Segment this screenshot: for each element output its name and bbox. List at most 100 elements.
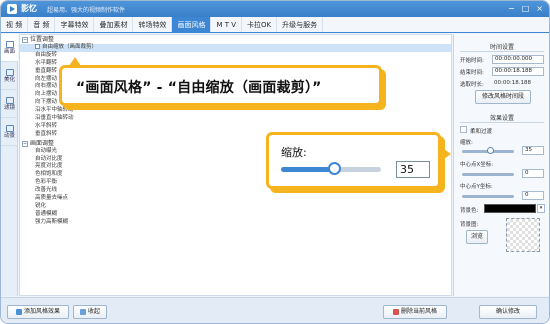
zoom-callout-value: 35: [396, 161, 430, 178]
end-time-field[interactable]: 00:00:18.188: [492, 67, 544, 76]
collapse-button[interactable]: 收起: [73, 305, 107, 319]
browse-button[interactable]: 浏览: [466, 230, 488, 244]
checkbox-icon[interactable]: [35, 44, 40, 49]
nav-label: 动景: [3, 132, 15, 139]
tab-1[interactable]: 音 频: [28, 17, 56, 32]
effect-item-label: 普通模糊: [35, 210, 58, 217]
zoom-slider-handle[interactable]: [486, 147, 494, 154]
close-icon[interactable]: ×: [536, 4, 543, 13]
nav-label: 美化: [3, 76, 15, 83]
nav-picture[interactable]: 画面: [1, 34, 18, 62]
bottom-action-bar: 添加风格效果 收起 删除当前风格 确认修改: [1, 297, 549, 323]
tab-5[interactable]: 画面风格: [172, 17, 212, 32]
collapse-all-icon: [79, 308, 86, 315]
effect-item[interactable]: 水平斜转: [20, 123, 451, 131]
effect-item[interactable]: 沿水平中轴转动: [20, 107, 451, 115]
effect-item-label: 锐化: [35, 202, 47, 209]
duration-label: 选取时长:: [460, 82, 484, 88]
effect-item-label: 沿水平中轴转动: [35, 107, 74, 114]
effect-item-label: 自动对比度: [35, 155, 63, 162]
zoom-callout: 缩放: 35: [266, 132, 441, 189]
effect-settings-title: 效果设置: [489, 115, 514, 122]
center-x-field[interactable]: 0: [522, 169, 544, 178]
app-logo-icon: [7, 4, 17, 14]
beautify-icon: [5, 68, 14, 76]
duration-value: 00:00:18.188: [494, 80, 531, 86]
zoom-callout-fill: [281, 167, 334, 172]
effect-item-label: 改善光线: [35, 187, 58, 194]
window-controls: − □ ×: [508, 4, 543, 13]
effect-item-label: 高质量去噪点: [35, 195, 69, 202]
tab-2[interactable]: 字幕特效: [55, 17, 95, 32]
chevron-down-icon[interactable]: ▾: [537, 204, 545, 213]
divider: [460, 122, 544, 123]
collapse-label: 收起: [87, 308, 100, 315]
center-y-slider[interactable]: [462, 195, 514, 198]
effect-item[interactable]: 强力高斯模糊: [20, 219, 451, 227]
bg-image-preview: [506, 218, 540, 252]
effect-item-label: 亮度对比度: [35, 163, 63, 170]
effect-item-label: 自由旋转: [35, 51, 58, 58]
tab-7[interactable]: 卡拉OK: [242, 17, 278, 32]
tab-6[interactable]: M T V: [211, 17, 243, 32]
end-time-label: 结束时间:: [460, 70, 484, 76]
effect-item-label: 色彩平衡: [35, 179, 58, 186]
effect-item-label: 向下摆动: [35, 99, 58, 106]
effect-item-label: 垂直斜转: [35, 130, 58, 137]
collapse-icon[interactable]: −: [22, 140, 28, 147]
confirm-button[interactable]: 确认修改: [479, 305, 537, 319]
group-title: 位置调整: [30, 36, 55, 43]
modify-time-button[interactable]: 修改风格时间段: [475, 90, 531, 104]
effect-item[interactable]: 普通模糊: [20, 211, 451, 219]
start-time-field[interactable]: 00:00:00.000: [492, 55, 544, 64]
zoom-callout-label: 缩放:: [281, 146, 307, 159]
app-window: 影忆 超易用、强大的视频制作软件 − □ × 视 频音 频字幕特效 叠加素材 转场特…: [0, 0, 550, 324]
soft-transition-checkbox[interactable]: [460, 126, 467, 133]
nav-label: 画面: [3, 48, 15, 55]
effect-item[interactable]: 锐化: [20, 203, 451, 211]
picture-icon: [5, 40, 14, 48]
zoom-field[interactable]: 35: [522, 146, 544, 155]
effect-item[interactable]: 沿垂直中轴转动: [20, 115, 451, 123]
maximize-icon[interactable]: □: [522, 4, 530, 13]
group-position[interactable]: − 位置调整: [20, 35, 451, 44]
collapse-icon[interactable]: −: [22, 37, 28, 43]
divider: [460, 51, 544, 52]
center-x-slider[interactable]: [462, 173, 514, 176]
tab-4[interactable]: 转场特效: [133, 17, 173, 32]
effect-item[interactable]: 自由旋转: [20, 52, 451, 60]
time-settings-title: 时间设置: [489, 44, 514, 51]
effect-item-label: 向左摆动: [35, 75, 58, 82]
bg-color-label: 背景色:: [460, 208, 479, 214]
motion-icon: [5, 124, 14, 132]
tab-0[interactable]: 视 频: [1, 17, 29, 32]
tab-8[interactable]: 升级与服务: [277, 17, 324, 32]
path-callout-text: “画面风格” - “自由缩放（画面裁剪）”: [76, 80, 322, 96]
effect-item-label: 向上摆动: [35, 91, 58, 98]
delete-icon: [392, 308, 399, 315]
app-name: 影忆: [21, 4, 37, 13]
add-effect-label: 添加风格效果: [23, 308, 60, 315]
bg-color-swatch[interactable]: [484, 204, 536, 213]
center-y-label: 中心点Y坐标:: [460, 184, 493, 190]
center-y-field[interactable]: 0: [522, 191, 544, 200]
nav-beautify[interactable]: 美化: [1, 62, 18, 90]
start-time-label: 开始时间:: [460, 58, 484, 64]
effect-item[interactable]: 自由缩放（画面裁剪）: [20, 44, 451, 52]
bg-image-label: 背景图:: [460, 222, 479, 228]
add-effect-button[interactable]: 添加风格效果: [7, 305, 69, 319]
nav-motion[interactable]: 动景: [1, 118, 18, 146]
soft-transition-label: 柔和过渡: [470, 129, 493, 135]
effect-item[interactable]: 高质量去噪点: [20, 195, 451, 203]
nav-filter[interactable]: 滤镜: [1, 90, 18, 118]
delete-effect-button[interactable]: 删除当前风格: [383, 305, 447, 319]
filter-icon: [5, 96, 14, 104]
minimize-icon[interactable]: −: [508, 4, 515, 13]
properties-panel: 时间设置 开始时间: 00:00:00.000 结束时间: 00:00:18.1…: [453, 34, 549, 296]
path-callout: “画面风格” - “自由缩放（画面裁剪）”: [59, 65, 382, 106]
group-title: 画面调整: [30, 139, 55, 147]
main-tab-bar: 视 频音 频字幕特效 叠加素材 转场特效 画面风格 M T V 卡拉OK 升级与服务: [1, 17, 549, 33]
effect-item-label: 自动曝光: [35, 147, 58, 154]
effect-item-label: 强力高斯模糊: [35, 218, 69, 225]
tab-3[interactable]: 叠加素材: [94, 17, 134, 32]
